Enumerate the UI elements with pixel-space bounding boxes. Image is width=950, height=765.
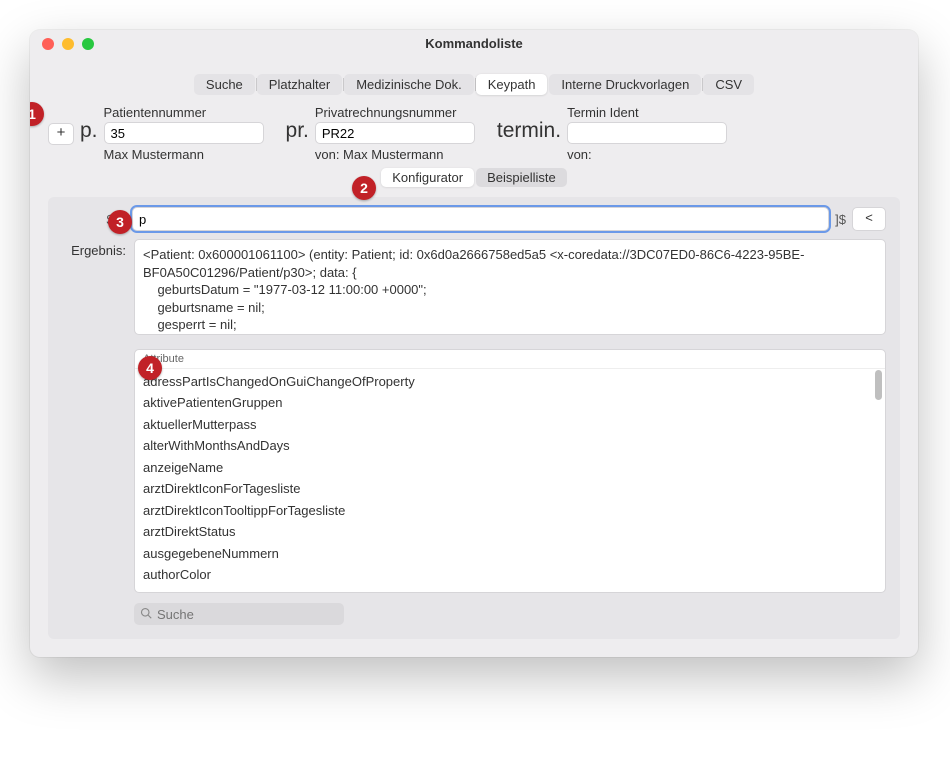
- attribute-item[interactable]: adressPartIsChangedOnGuiChangeOfProperty: [143, 371, 877, 392]
- invoice-field-block: Privatrechnungsnummer von: Max Musterman…: [315, 105, 475, 162]
- invoice-prefix: pr.: [286, 119, 309, 143]
- window-title: Kommandoliste: [30, 36, 918, 51]
- patient-input[interactable]: [104, 122, 264, 144]
- attribute-item[interactable]: ausgegebeneNummern: [143, 543, 877, 564]
- patient-label: Patientennummer: [104, 105, 264, 120]
- search-input[interactable]: [157, 607, 338, 622]
- zoom-icon[interactable]: [82, 38, 94, 50]
- attribute-item[interactable]: alterWithMonthsAndDays: [143, 435, 877, 456]
- invoice-input[interactable]: [315, 122, 475, 144]
- result-label: Ergebnis:: [62, 239, 126, 335]
- termin-label: Termin Ident: [567, 105, 727, 120]
- callout-badge-1: 1: [30, 102, 44, 126]
- sub-tabbar: Konfigurator Beispielliste: [48, 168, 900, 187]
- window: Kommandoliste 1 2 3 4 Suche Platzhalter …: [30, 30, 918, 657]
- termin-prefix: termin.: [497, 119, 561, 143]
- configurator-panel: $[& ]$ < Ergebnis: <Patient: 0x600001061…: [48, 197, 900, 639]
- content: 1 2 3 4 Suche Platzhalter Medizinische D…: [30, 58, 918, 657]
- attribute-item[interactable]: aktuellerMutterpass: [143, 414, 877, 435]
- search-icon: [140, 607, 152, 622]
- attribute-header: Attribute: [135, 350, 885, 369]
- attribute-list-box: Attribute adressPartIsChangedOnGuiChange…: [134, 349, 886, 593]
- scrollbar-thumb[interactable]: [875, 370, 882, 400]
- main-tabbar: Suche Platzhalter Medizinische Dok. Keyp…: [48, 74, 900, 95]
- tab-suche[interactable]: Suche: [194, 74, 255, 95]
- callout-badge-2: 2: [352, 176, 376, 200]
- tab-platzhalter[interactable]: Platzhalter: [257, 74, 342, 95]
- titlebar: Kommandoliste: [30, 30, 918, 58]
- close-icon[interactable]: [42, 38, 54, 50]
- back-button[interactable]: <: [852, 207, 886, 231]
- invoice-label: Privatrechnungsnummer: [315, 105, 475, 120]
- tab-interne-druckvorlagen[interactable]: Interne Druckvorlagen: [549, 74, 701, 95]
- patient-field-block: Patientennummer Max Mustermann: [104, 105, 264, 162]
- attribute-item[interactable]: aktivePatientenGruppen: [143, 392, 877, 413]
- termin-sublabel: von:: [567, 147, 727, 162]
- identifier-row: + p. Patientennummer Max Mustermann pr. …: [48, 105, 900, 168]
- tab-medizinische-dok[interactable]: Medizinische Dok.: [344, 74, 474, 95]
- add-button[interactable]: +: [48, 123, 74, 145]
- patient-sublabel: Max Mustermann: [104, 147, 264, 162]
- callout-badge-4: 4: [138, 356, 162, 380]
- result-output: <Patient: 0x600001061100> (entity: Patie…: [134, 239, 886, 335]
- termin-input[interactable]: [567, 122, 727, 144]
- attribute-item[interactable]: arztDirektStatus: [143, 521, 877, 542]
- attribute-list[interactable]: adressPartIsChangedOnGuiChangeOfProperty…: [135, 369, 885, 587]
- keypath-suffix: ]$: [835, 212, 846, 227]
- attribute-item[interactable]: arztDirektIconTooltippForTagesliste: [143, 500, 877, 521]
- result-row: Ergebnis: <Patient: 0x600001061100> (ent…: [62, 239, 886, 335]
- search-row: [134, 603, 886, 625]
- keypath-row: $[& ]$ <: [62, 207, 886, 231]
- search-field-wrap[interactable]: [134, 603, 344, 625]
- invoice-sublabel: von: Max Mustermann: [315, 147, 475, 162]
- keypath-input[interactable]: [132, 207, 829, 231]
- subtab-beispielliste[interactable]: Beispielliste: [476, 168, 567, 187]
- patient-prefix: p.: [80, 119, 98, 143]
- subtab-konfigurator[interactable]: Konfigurator: [381, 168, 474, 187]
- attribute-item[interactable]: authorColor: [143, 564, 877, 585]
- minimize-icon[interactable]: [62, 38, 74, 50]
- traffic-lights: [30, 38, 94, 50]
- tab-keypath[interactable]: Keypath: [476, 74, 548, 95]
- callout-badge-3: 3: [108, 210, 132, 234]
- attribute-item[interactable]: anzeigeName: [143, 457, 877, 478]
- tab-csv[interactable]: CSV: [703, 74, 754, 95]
- attribute-item[interactable]: arztDirektIconForTagesliste: [143, 478, 877, 499]
- termin-field-block: Termin Ident von:: [567, 105, 727, 162]
